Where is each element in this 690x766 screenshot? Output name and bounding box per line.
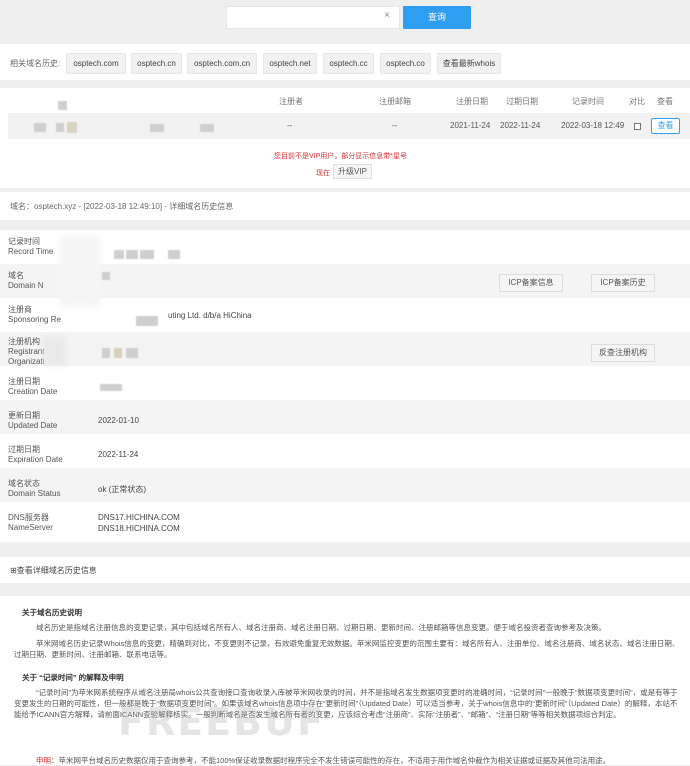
value-nameserver-1: DNS17.HICHINA.COM bbox=[98, 513, 180, 522]
row-expires: 2022-11-24 bbox=[500, 121, 541, 130]
redacted-block bbox=[100, 384, 122, 391]
clear-icon[interactable]: × bbox=[384, 10, 390, 21]
redacted-block bbox=[126, 348, 138, 358]
latest-whois-button[interactable]: 查看最新whois bbox=[437, 53, 501, 74]
label-creation-date: 注册日期 Creation Date bbox=[8, 377, 58, 396]
value-updated-date: 2022-01-10 bbox=[98, 416, 139, 425]
notes-paragraph-4: 申明：苹米网平台域名历史数据仅用于查询参考，不能100%保证收录数据时程序完全不… bbox=[36, 756, 611, 765]
redacted-block bbox=[114, 250, 124, 259]
vip-notice: 您目前不是VIP用户，部分显示信息带*星号 bbox=[274, 153, 408, 160]
label-registrar: 注册商 Sponsoring Re bbox=[8, 305, 61, 324]
label-expiration-date: 过期日期 Expiration Date bbox=[8, 445, 63, 464]
related-domain-chip[interactable]: osptech.cn bbox=[131, 53, 182, 74]
row-created: 2021-11-24 bbox=[450, 121, 491, 130]
redaction-overlay bbox=[44, 336, 66, 366]
redacted-block bbox=[140, 250, 154, 259]
redacted-block bbox=[56, 123, 64, 132]
icp-info-button[interactable]: ICP备案信息 bbox=[499, 274, 563, 292]
label-domain-status: 域名状态 Domain Status bbox=[8, 479, 61, 498]
value-nameserver-2: DNS18.HICHINA.COM bbox=[98, 524, 180, 533]
redacted-block bbox=[114, 348, 122, 358]
col-view: 查看 bbox=[657, 97, 673, 106]
label-record-time: 记录时间 Record Time bbox=[8, 237, 54, 256]
col-record-time: 记录时间 bbox=[572, 97, 604, 106]
related-label: 相关域名历史: bbox=[10, 59, 61, 68]
notes-paragraph-2: 苹米网域名历史记录Whois信息的变更，精确到对比，不变更则不记录，有效避免重复… bbox=[14, 639, 680, 659]
redacted-block bbox=[200, 124, 214, 132]
col-created: 注册日期 bbox=[456, 97, 488, 106]
detail-row bbox=[0, 230, 690, 264]
now-label: 现在 bbox=[316, 170, 330, 177]
label-domain: 域名 Domain N bbox=[8, 271, 44, 290]
related-domain-chip[interactable]: osptech.net bbox=[263, 53, 317, 74]
expand-history-bar bbox=[0, 557, 690, 583]
related-domain-chip[interactable]: osptech.com bbox=[66, 53, 126, 74]
related-domain-chip[interactable]: osptech.cc bbox=[323, 53, 374, 74]
col-expires: 过期日期 bbox=[506, 97, 538, 106]
row-registrant: -- bbox=[287, 121, 293, 130]
notes-paragraph-3: “记录时间”为苹米网系统程序从域名注册局whois公共查询接口查询收录入库被苹米… bbox=[14, 688, 678, 719]
label-updated-date: 更新日期 Updated Date bbox=[8, 411, 58, 430]
redacted-block bbox=[58, 101, 67, 110]
row-record-time: 2022-03-18 12:49 bbox=[561, 121, 625, 130]
expand-history-label: 查看详细域名历史信息 bbox=[16, 566, 97, 575]
notes-paragraph-1: 域名历史是指域名注册信息的变更记录，其中包括域名所有人、域名注册商、域名注册日期… bbox=[36, 623, 606, 632]
redacted-block bbox=[34, 123, 46, 132]
related-domain-chip[interactable]: osptech.co bbox=[380, 53, 431, 74]
notes-title-2: 关于 “记录时间” 的解释及申明 bbox=[22, 673, 124, 682]
col-compare: 对比 bbox=[629, 97, 645, 106]
value-domain-status: ok (正常状态) bbox=[98, 485, 146, 494]
redacted-block bbox=[168, 250, 180, 259]
detail-row bbox=[0, 298, 690, 332]
value-registrar: uting Ltd. d/b/a HiChina bbox=[168, 311, 252, 320]
view-button[interactable]: 查看 bbox=[651, 118, 680, 134]
redaction-overlay bbox=[60, 236, 100, 306]
redacted-block bbox=[150, 124, 164, 132]
related-domain-chip[interactable]: osptech.com.cn bbox=[187, 53, 257, 74]
detail-row bbox=[0, 502, 690, 542]
col-email: 注册邮箱 bbox=[379, 97, 411, 106]
label-nameserver: DNS服务器 NameServer bbox=[8, 513, 53, 532]
reverse-registrant-button[interactable]: 反查注册机构 bbox=[591, 344, 655, 362]
value-expiration-date: 2022-11-24 bbox=[98, 450, 139, 459]
plus-box-icon: ⊞ bbox=[10, 566, 17, 575]
redacted-block bbox=[67, 122, 77, 133]
compare-checkbox[interactable] bbox=[634, 123, 641, 130]
upgrade-vip-button[interactable]: 升级VIP bbox=[333, 164, 372, 179]
search-input[interactable] bbox=[226, 6, 400, 29]
redacted-block bbox=[136, 316, 158, 326]
search-button[interactable]: 查询 bbox=[403, 6, 471, 29]
redacted-block bbox=[102, 272, 110, 280]
notes-title-1: 关于域名历史说明 bbox=[22, 608, 82, 617]
col-registrant: 注册者 bbox=[279, 97, 303, 106]
redacted-block bbox=[126, 250, 138, 259]
expand-history-link[interactable]: ⊞查看详细域名历史信息 bbox=[10, 565, 97, 576]
detail-title: 域名：osptech.xyz - [2022-03-18 12:49:10] -… bbox=[10, 202, 234, 211]
detail-row bbox=[0, 366, 690, 400]
icp-history-button[interactable]: ICP备案历史 bbox=[591, 274, 655, 292]
row-email: -- bbox=[392, 121, 398, 130]
redacted-block bbox=[102, 348, 110, 358]
detail-row bbox=[0, 264, 690, 298]
watermark: FREEBUF bbox=[118, 700, 325, 744]
